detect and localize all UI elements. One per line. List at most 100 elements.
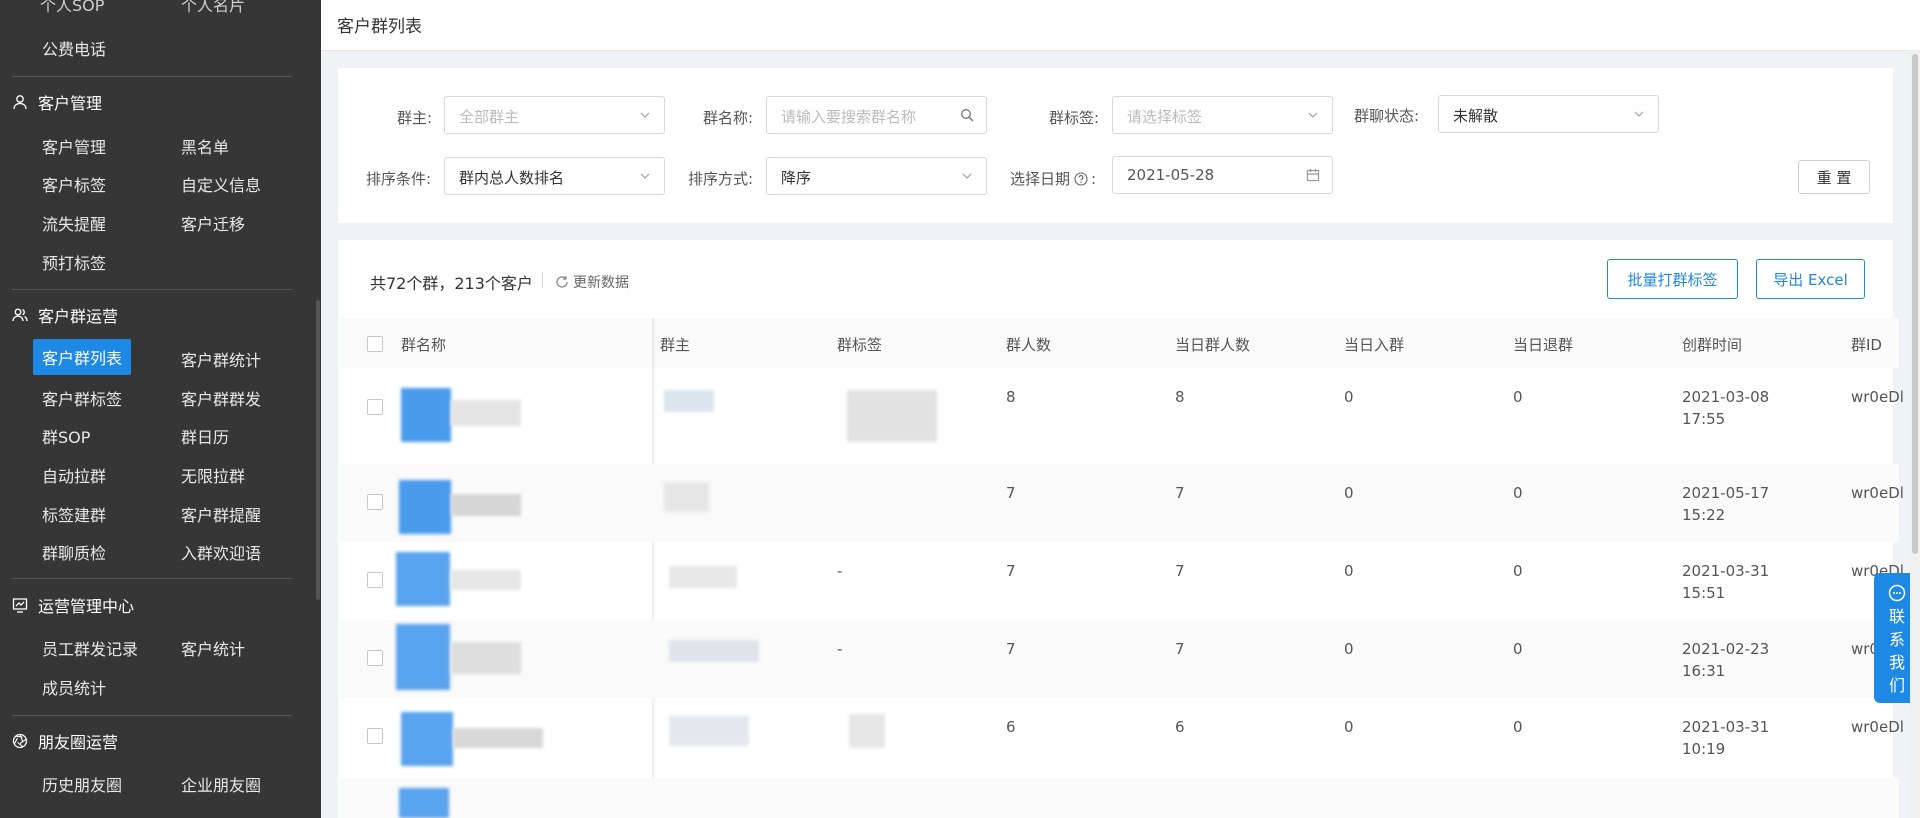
- group-name-input[interactable]: 请输入要搜索群名称: [766, 96, 987, 134]
- sidebar-clipped-row: 个人SOP 个人名片: [40, 0, 300, 16]
- sidebar-item-personal-card[interactable]: 个人名片: [181, 0, 245, 16]
- sidebar-item-personal-sop[interactable]: 个人SOP: [40, 0, 104, 16]
- sidebar-item-pre-tag[interactable]: 预打标签: [42, 250, 106, 274]
- group-name-placeholder: 请输入要搜索群名称: [781, 108, 917, 126]
- cell-left-today: 0: [1513, 484, 1523, 502]
- row-checkbox[interactable]: [367, 650, 383, 666]
- chat-bubble-icon: [1888, 584, 1906, 602]
- cell-group-id: wr0eDl: [1851, 388, 1904, 406]
- contact-label-char: 联: [1889, 607, 1906, 626]
- sidebar-item-group-list[interactable]: 客户群列表: [33, 339, 132, 375]
- date-picker[interactable]: 2021-05-28: [1112, 156, 1333, 194]
- chevron-down-icon: [1634, 111, 1644, 117]
- sidebar-item-group-calendar[interactable]: 群日历: [181, 424, 229, 448]
- refresh-data-button[interactable]: 更新数据: [555, 272, 629, 292]
- sidebar-item-customer-migrate[interactable]: 客户迁移: [181, 211, 245, 235]
- sidebar-item-member-stats[interactable]: 成员统计: [42, 675, 106, 699]
- cell-created-date: 2021-05-17: [1682, 484, 1770, 502]
- row-checkbox[interactable]: [367, 572, 383, 588]
- sidebar-item-history-moments[interactable]: 历史朋友圈: [42, 772, 122, 796]
- sidebar-item-customer-tags[interactable]: 客户标签: [42, 172, 106, 196]
- group-name-redacted: [451, 642, 521, 674]
- col-members[interactable]: 群人数: [1006, 334, 1051, 355]
- col-today-members[interactable]: 当日群人数: [1175, 334, 1250, 355]
- owner-redacted: [669, 716, 749, 746]
- sidebar-section-title: 客户管理: [38, 94, 103, 113]
- col-group-id[interactable]: 群ID: [1851, 334, 1882, 355]
- sidebar-item-unlimited-pull[interactable]: 无限拉群: [181, 463, 245, 487]
- chat-status-select[interactable]: 未解散: [1438, 95, 1659, 133]
- sort-order-value: 降序: [781, 169, 812, 187]
- group-avatar: [399, 788, 449, 818]
- sidebar-section-moments-ops[interactable]: 朋友圈运营: [12, 729, 118, 753]
- summary-divider: [542, 272, 543, 288]
- sidebar-item-blacklist[interactable]: 黑名单: [181, 134, 229, 158]
- col-joined-today[interactable]: 当日入群: [1344, 334, 1404, 355]
- sidebar-item-auto-pull[interactable]: 自动拉群: [42, 463, 106, 487]
- sidebar-section-title: 运营管理中心: [38, 597, 135, 616]
- sidebar-section-customer-mgmt[interactable]: 客户管理: [12, 90, 102, 114]
- sidebar-item-custom-info[interactable]: 自定义信息: [181, 172, 261, 196]
- sidebar-item-tag-build-group[interactable]: 标签建群: [42, 502, 106, 526]
- sidebar-item-staff-broadcast-log[interactable]: 员工群发记录: [42, 636, 138, 660]
- page-scrollbar-thumb[interactable]: [1912, 54, 1918, 554]
- row-checkbox[interactable]: [367, 494, 383, 510]
- group-avatar: [396, 624, 450, 690]
- sidebar-section-group-ops[interactable]: 客户群运营: [12, 303, 118, 327]
- cell-members: 7: [1006, 562, 1016, 580]
- sidebar-item-chat-qc[interactable]: 群聊质检: [42, 540, 106, 564]
- sidebar-item-group-tags[interactable]: 客户群标签: [42, 386, 122, 410]
- cell-today-members: 7: [1175, 640, 1185, 658]
- sidebar-scrollbar[interactable]: [316, 300, 320, 600]
- col-created-time[interactable]: 创群时间: [1682, 334, 1742, 355]
- group-avatar: [396, 552, 450, 606]
- sidebar-divider: [12, 578, 292, 579]
- sort-condition-select[interactable]: 群内总人数排名: [444, 157, 665, 195]
- contact-label-char: 我: [1889, 653, 1906, 672]
- table-row: 7 7 0 0 2021-05-17 15:22 wr0eDl: [339, 464, 1904, 542]
- col-owner[interactable]: 群主: [660, 334, 690, 355]
- cell-created-time: 16:31: [1682, 662, 1726, 680]
- search-icon[interactable]: [960, 108, 974, 122]
- sidebar-item-churn-alert[interactable]: 流失提醒: [42, 211, 106, 235]
- page-header: 客户群列表: [321, 0, 1920, 51]
- export-excel-button[interactable]: 导出 Excel: [1756, 259, 1865, 299]
- date-label: 选择日期 :: [1010, 168, 1096, 189]
- col-group-tags[interactable]: 群标签: [837, 334, 882, 355]
- col-left-today[interactable]: 当日退群: [1513, 334, 1573, 355]
- row-checkbox[interactable]: [367, 399, 383, 415]
- sidebar-item-public-phone[interactable]: 公费电话: [42, 36, 106, 60]
- col-group-name[interactable]: 群名称: [401, 334, 446, 355]
- sort-order-select[interactable]: 降序: [766, 157, 987, 195]
- group-tag-select[interactable]: 请选择标签: [1112, 96, 1333, 134]
- cell-group-tags: -: [837, 640, 843, 658]
- sidebar-item-customer-mgmt[interactable]: 客户管理: [42, 134, 106, 158]
- table-row: - 7 7 0 0 2021-02-23 16:31 wr0: [339, 620, 1899, 698]
- chat-status-value: 未解散: [1453, 107, 1499, 125]
- sidebar-item-group-broadcast[interactable]: 客户群群发: [181, 386, 261, 410]
- cell-left-today: 0: [1513, 718, 1523, 736]
- group-name-label: 群名称:: [703, 109, 754, 127]
- group-avatar: [401, 388, 451, 442]
- bulk-tag-button[interactable]: 批量打群标签: [1607, 259, 1738, 299]
- sidebar-item-group-stats[interactable]: 客户群统计: [181, 347, 261, 371]
- sidebar-item-group-sop[interactable]: 群SOP: [42, 424, 90, 448]
- reset-button[interactable]: 重 置: [1798, 160, 1870, 194]
- sidebar-item-welcome-msg[interactable]: 入群欢迎语: [181, 540, 261, 564]
- sidebar-item-corp-moments[interactable]: 企业朋友圈: [181, 772, 261, 796]
- cell-joined-today: 0: [1344, 388, 1354, 406]
- owner-select[interactable]: 全部群主: [444, 96, 665, 134]
- sidebar-item-customer-stats[interactable]: 客户统计: [181, 636, 245, 660]
- cell-joined-today: 0: [1344, 484, 1354, 502]
- cell-members: 6: [1006, 718, 1016, 736]
- group-tag-placeholder: 请选择标签: [1127, 108, 1203, 126]
- row-checkbox[interactable]: [367, 728, 383, 744]
- owner-redacted: [669, 566, 737, 588]
- select-all-checkbox[interactable]: [367, 336, 383, 352]
- sidebar-item-group-reminder[interactable]: 客户群提醒: [181, 502, 261, 526]
- page-scrollbar[interactable]: [1910, 50, 1920, 818]
- help-icon[interactable]: [1074, 171, 1088, 186]
- calendar-icon: [1306, 169, 1320, 182]
- sidebar-section-ops-center[interactable]: 运营管理中心: [12, 593, 134, 617]
- table-header: [339, 318, 1899, 368]
